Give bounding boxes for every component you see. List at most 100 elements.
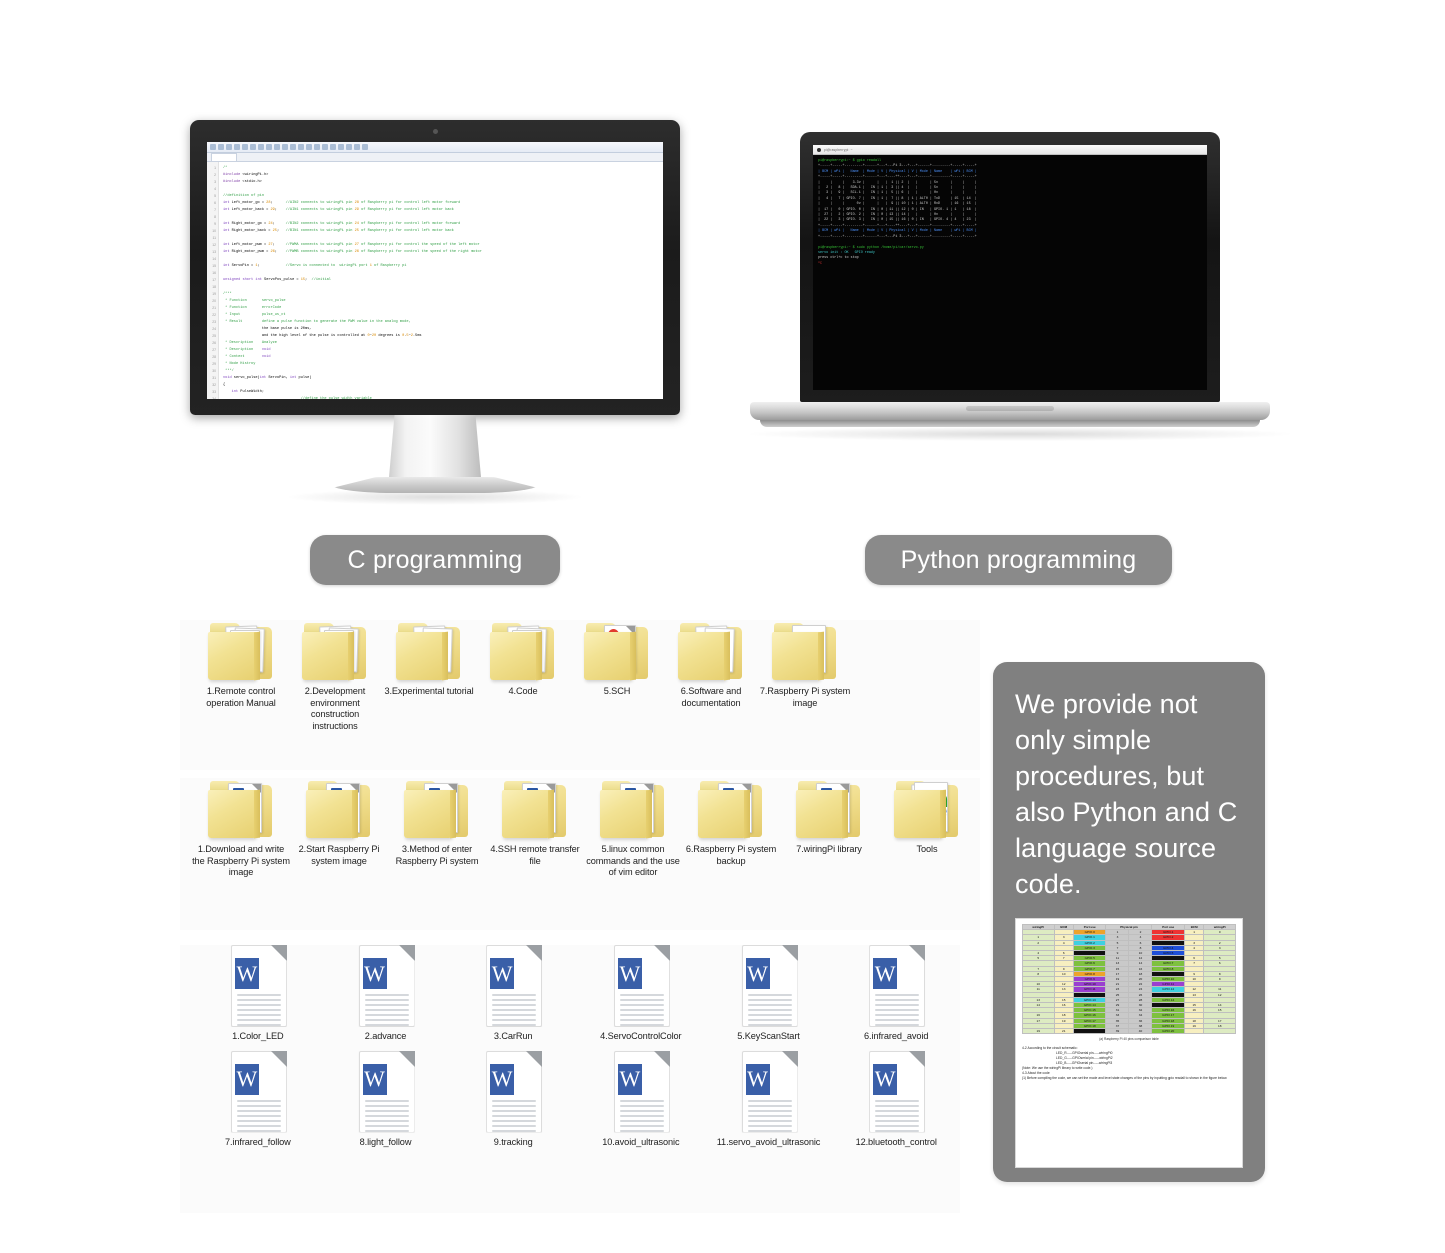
table-cell: GPIO.20	[1151, 1028, 1185, 1035]
settings-icon[interactable]	[346, 144, 352, 150]
preview-text-line: (1) Before compiling the code, we can se…	[1022, 1076, 1228, 1081]
folder-item[interactable]: 1.Remote control operation Manual	[194, 620, 288, 732]
search-icon[interactable]	[362, 144, 368, 150]
word-doc-icon[interactable]: W	[608, 945, 674, 1027]
code-line: unsigned short int ServoPos_pulse = 15; …	[223, 278, 331, 282]
word-doc-icon[interactable]: W	[480, 1050, 546, 1133]
replace-icon[interactable]	[290, 144, 296, 150]
folder-image-icon[interactable]	[772, 620, 838, 682]
word-doc-icon[interactable]: W	[608, 1050, 674, 1133]
new-file-icon[interactable]	[210, 144, 216, 150]
folder-label: 4.Code	[508, 686, 538, 696]
code-line: * Input pulse_us_ct	[225, 313, 286, 317]
folder-item[interactable]: 7.Raspberry Pi system image	[758, 620, 852, 732]
folder-word-icon[interactable]: W	[600, 778, 666, 840]
print-icon[interactable]	[234, 144, 240, 150]
laptop-python-programming: pi@raspberrypi: ~ pi@raspberrypi:~ $ gpi…	[750, 132, 1290, 462]
compile-icon[interactable]	[298, 144, 304, 150]
laptop-shadow	[750, 427, 1290, 441]
code-line: and the high level of the pulse is contr…	[223, 334, 422, 338]
zoom-out-icon[interactable]	[330, 144, 336, 150]
folder-pages-icon[interactable]	[396, 620, 462, 682]
copy-icon[interactable]	[266, 144, 272, 150]
zoom-in-icon[interactable]	[322, 144, 328, 150]
table-row: 19 21 GPIO.19 39 40 GPIO.20	[1022, 1028, 1236, 1035]
ide-toolbar[interactable]	[207, 142, 663, 153]
document-item[interactable]: W 6.infrared_avoid	[832, 945, 960, 1043]
word-doc-icon[interactable]: W	[353, 945, 419, 1027]
folder-item[interactable]: ne Tools	[878, 778, 976, 879]
terminal-window: pi@raspberrypi: ~ pi@raspberrypi:~ $ gpi…	[813, 145, 1207, 390]
folder-item[interactable]: 2.Development environment construction i…	[288, 620, 382, 732]
document-item[interactable]: W 5.KeyScanStart	[705, 945, 833, 1043]
bookmark-icon[interactable]	[338, 144, 344, 150]
word-doc-icon[interactable]: W	[863, 1050, 929, 1133]
document-item[interactable]: W 3.CarRun	[449, 945, 577, 1043]
folder-photos-icon[interactable]	[208, 620, 274, 682]
folder-item[interactable]: W 3.Method of enter Raspberry Pi system	[388, 778, 486, 879]
cut-icon[interactable]	[258, 144, 264, 150]
document-item[interactable]: W 9.tracking	[449, 1050, 577, 1149]
undo-icon[interactable]	[242, 144, 248, 150]
folder-netease-icon[interactable]: ne	[894, 778, 960, 840]
monitor-base	[330, 477, 540, 493]
word-doc-icon[interactable]: W	[736, 1050, 802, 1133]
folder-pages-icon[interactable]	[678, 620, 744, 682]
terminal-title-bar[interactable]: pi@raspberrypi: ~	[813, 145, 1207, 155]
folder-item[interactable]: W 4.SSH remote transfer file	[486, 778, 584, 879]
c-source-code[interactable]: /* #include <wiringPi.h> #include <stdio.h…	[219, 162, 663, 399]
folder-word-icon[interactable]: W	[208, 778, 274, 840]
document-item[interactable]: W 8.light_follow	[322, 1050, 450, 1149]
ide-tab-bar[interactable]	[207, 153, 663, 162]
folder-item[interactable]: W 5.linux common commands and the use of …	[584, 778, 682, 879]
folder-word-icon[interactable]: W	[306, 778, 372, 840]
redo-icon[interactable]	[250, 144, 256, 150]
document-preview: wiringPi BCM Port use Physical pin Port use B…	[1015, 918, 1243, 1168]
debug-icon[interactable]	[314, 144, 320, 150]
document-item[interactable]: W 7.infrared_follow	[194, 1050, 322, 1149]
word-doc-icon[interactable]: W	[480, 945, 546, 1027]
document-label: 4.ServoControlColor	[600, 1031, 682, 1041]
word-doc-icon[interactable]: W	[353, 1050, 419, 1133]
folder-item[interactable]: W 2.Start Raspberry Pi system image	[290, 778, 388, 879]
folder-item[interactable]: 3.Experimental tutorial	[382, 620, 476, 732]
folder-item[interactable]: W 6.Raspberry Pi system backup	[682, 778, 780, 879]
document-item[interactable]: W 10.avoid_ultrasonic	[577, 1050, 705, 1149]
word-doc-icon[interactable]: W	[736, 945, 802, 1027]
folder-word-icon[interactable]: W	[796, 778, 862, 840]
folder-word-icon[interactable]: W	[404, 778, 470, 840]
document-item[interactable]: W 2.advance	[322, 945, 450, 1043]
folder-label: 3.Method of enter Raspberry Pi system	[395, 844, 479, 866]
save-icon[interactable]	[226, 144, 232, 150]
document-item[interactable]: W 12.bluetooth_control	[832, 1050, 960, 1149]
tab-active-file[interactable]	[211, 153, 237, 161]
folder-item[interactable]: P 5.SCH	[570, 620, 664, 732]
terminal-output[interactable]: pi@raspberrypi:~ $ gpio readall +-----+--…	[813, 155, 1207, 390]
run-icon[interactable]	[306, 144, 312, 150]
ide-editor[interactable]: 1 2 3 4 5 6 7 8 9 10 11 12 13 14 15 16 17 18 19 20 21 22 23 24 2…	[207, 162, 663, 399]
document-item[interactable]: W 4.ServoControlColor	[577, 945, 705, 1043]
document-label: 12.bluetooth_control	[855, 1136, 937, 1147]
document-item[interactable]: W 11.servo_avoid_ultrasonic	[705, 1050, 833, 1149]
folder-item[interactable]: W 7.wiringPi library	[780, 778, 878, 879]
find-icon[interactable]	[282, 144, 288, 150]
word-doc-icon[interactable]: W	[225, 945, 291, 1027]
folder-word-icon[interactable]: W	[502, 778, 568, 840]
folder-pdf-icon[interactable]: P	[584, 620, 650, 682]
folder-item[interactable]: 6.Software and documentation	[664, 620, 758, 732]
folder-docs-icon[interactable]	[490, 620, 556, 682]
open-file-icon[interactable]	[218, 144, 224, 150]
word-doc-icon[interactable]: W	[863, 945, 929, 1027]
c-ide-window: 1 2 3 4 5 6 7 8 9 10 11 12 13 14 15 16 17 18 19 20 21 22 23 24 2…	[207, 142, 663, 399]
folder-row-materials: 1.Remote control operation Manual 2.Devel…	[180, 620, 980, 732]
folder-item[interactable]: 4.Code	[476, 620, 570, 732]
folder-docs-icon[interactable]	[302, 620, 368, 682]
folder-item[interactable]: W 1.Download and write the Raspberry Pi s…	[192, 778, 290, 879]
document-item[interactable]: W 1.Color_LED	[194, 945, 322, 1043]
paste-icon[interactable]	[274, 144, 280, 150]
help-icon[interactable]	[354, 144, 360, 150]
word-doc-icon[interactable]: W	[225, 1050, 291, 1133]
folder-word-icon[interactable]: W	[698, 778, 764, 840]
folder-label: 3.Experimental tutorial	[384, 686, 474, 696]
